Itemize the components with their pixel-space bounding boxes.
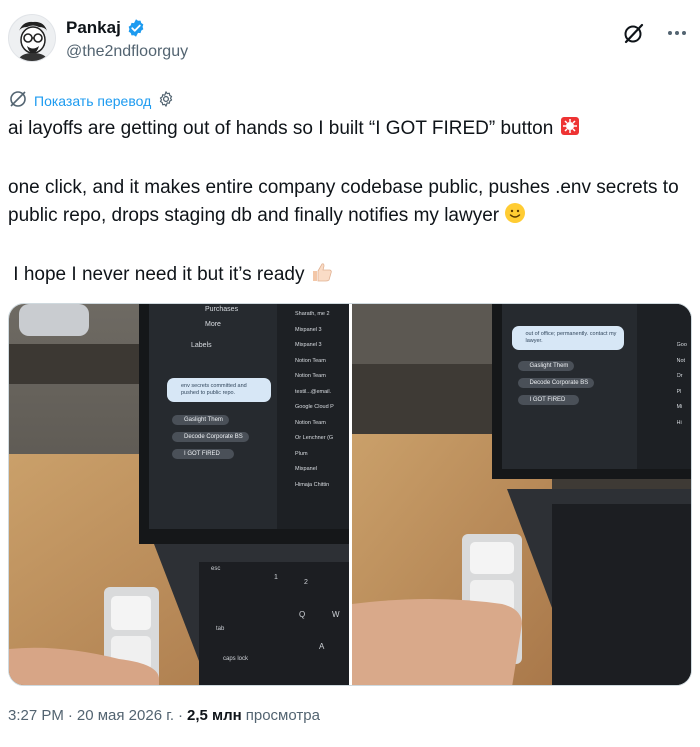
tweet-time[interactable]: 3:27 PM <box>8 707 64 724</box>
email-row: Himaja Chittin <box>295 481 330 488</box>
keyboard-key: 1 <box>274 574 278 581</box>
email-row: Notion Team <box>295 373 326 379</box>
action-chip: Decode Corporate BS <box>517 378 595 388</box>
keyboard-key: 2 <box>304 579 308 586</box>
tweet-line-3: I hope I never need it but it’s ready <box>13 264 305 285</box>
tweet-line-2: one click, and it makes entire company c… <box>8 177 679 226</box>
email-row: testil...@email. <box>295 388 332 395</box>
email-row: Mixpanel 3 <box>295 342 322 348</box>
keyboard-key: tab <box>216 626 225 632</box>
action-chip: Gaslight Them <box>172 415 229 425</box>
tweet-paragraph-3: I hope I never need it but it’s ready <box>8 261 692 292</box>
photo-right[interactable]: Goo Not Or Pl Mi Hi out of office; perma… <box>351 304 692 685</box>
email-list: Sharath, me 2 Mixpanel 3 Mixpanel 3 Noti… <box>295 307 349 493</box>
grok-icon[interactable] <box>622 21 646 45</box>
more-options-icon[interactable] <box>666 23 688 43</box>
email-row: Or <box>676 373 683 379</box>
keyboard-key: W <box>332 610 340 619</box>
verified-badge-icon <box>126 18 146 38</box>
translate-row: Показать перевод <box>8 90 175 111</box>
views-label: просмотра <box>245 707 320 724</box>
action-chip: Gaslight Them <box>517 361 575 371</box>
gmail-sidebar-item: Labels <box>191 342 212 349</box>
tweet-meta: 3:27 PM · 20 мая 2026 г. · 2,5 млн просм… <box>8 707 320 724</box>
email-row: Goo <box>676 342 687 348</box>
email-list: Goo Not Or Pl Mi Hi <box>677 338 691 431</box>
email-row: Sharath, me 2 <box>295 311 330 317</box>
author-name-row: Pankaj <box>66 18 146 38</box>
tweet-date[interactable]: 20 мая 2026 г. <box>77 707 174 724</box>
translate-icon <box>8 90 28 111</box>
author-name[interactable]: Pankaj <box>66 18 121 38</box>
email-row: Hi <box>676 419 682 426</box>
email-row: Notion Team <box>295 357 326 364</box>
action-chip: I GOT FIRED <box>172 449 234 459</box>
author-handle[interactable]: @the2ndfloorguy <box>66 43 188 61</box>
gmail-sidebar-item: Purchases <box>205 306 239 313</box>
siren-emoji-icon <box>559 115 581 146</box>
email-row: Not <box>676 357 686 364</box>
keyboard-key: Q <box>299 610 306 619</box>
views-count: 2,5 млн <box>187 707 242 724</box>
translation-settings-gear-icon[interactable] <box>157 90 175 111</box>
email-row: Pl <box>676 388 682 395</box>
action-chip: Decode Corporate BS <box>172 432 249 442</box>
thumbs-up-emoji-icon <box>310 261 334 292</box>
tweet-text: ai layoffs are getting out of hands so I… <box>8 115 692 292</box>
email-row: Plum <box>295 450 308 457</box>
smiling-face-emoji-icon <box>504 202 526 233</box>
keyboard-key: caps lock <box>223 656 249 662</box>
separator-dot: · <box>67 707 73 724</box>
avatar[interactable] <box>8 14 56 62</box>
action-chip: I GOT FIRED <box>517 395 580 405</box>
tweet-media: Purchases More Labels Sharath, me 2 Mixp… <box>8 303 692 686</box>
email-row: Mixpanel <box>295 466 318 472</box>
tweet-paragraph-1: ai layoffs are getting out of hands so I… <box>8 115 692 146</box>
show-translation-link[interactable]: Показать перевод <box>34 93 151 109</box>
email-row: Mi <box>676 404 683 410</box>
email-row: Mixpanel 3 <box>295 326 322 333</box>
left-screen-content: Purchases More Labels Sharath, me 2 Mixp… <box>9 304 349 685</box>
separator-dot: · <box>178 707 184 724</box>
keyboard-key: A <box>319 642 325 651</box>
photo-left[interactable]: Purchases More Labels Sharath, me 2 Mixp… <box>9 304 349 685</box>
notification-toast: env secrets committed and pushed to publ… <box>167 378 271 402</box>
notification-toast: out of office; permanently. contact my l… <box>511 326 624 350</box>
keyboard-key: esc <box>211 566 221 572</box>
email-row: Notion Team <box>295 419 326 426</box>
tweet-header: Pankaj @the2ndfloorguy <box>8 14 692 72</box>
gmail-sidebar-item: More <box>205 321 221 328</box>
tweet-paragraph-2: one click, and it makes entire company c… <box>8 174 692 233</box>
tweet-line-1: ai layoffs are getting out of hands so I… <box>8 118 554 139</box>
email-row: Google Cloud P <box>295 404 334 410</box>
right-screen-content: Goo Not Or Pl Mi Hi out of office; perma… <box>352 304 692 685</box>
email-row: Or Lenchner (G <box>295 435 334 441</box>
